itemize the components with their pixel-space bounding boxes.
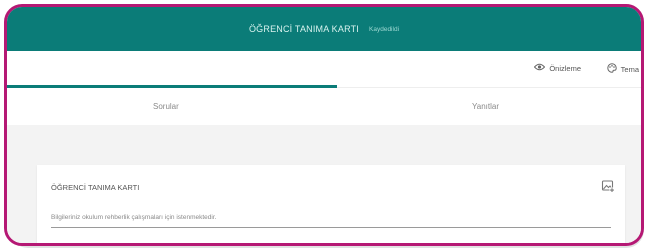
toolbar: Önizleme Tema: [7, 51, 641, 87]
active-tab-indicator: [7, 85, 337, 88]
theme-button[interactable]: Tema: [606, 63, 639, 75]
form-body: ÖĞRENCİ TANIMA KARTI Bilgileriniz okulum…: [7, 125, 641, 243]
tab-yanitlar[interactable]: Yanıtlar: [472, 102, 499, 111]
preview-button[interactable]: Önizleme: [534, 63, 581, 73]
theme-label: Tema: [620, 64, 639, 74]
image-icon[interactable]: [601, 179, 615, 193]
palette-icon: [606, 63, 617, 75]
tab-sorular[interactable]: Sorular: [153, 102, 179, 111]
app-header: ÖĞRENCİ TANIMA KARTI Kaydedildi: [7, 7, 641, 51]
form-title-card[interactable]: ÖĞRENCİ TANIMA KARTI Bilgileriniz okulum…: [37, 165, 625, 243]
save-status: Kaydedildi: [369, 25, 400, 33]
preview-label: Önizleme: [549, 63, 581, 73]
form-header-title: ÖĞRENCİ TANIMA KARTI: [248, 24, 360, 34]
form-title: ÖĞRENCİ TANIMA KARTI: [51, 183, 140, 192]
screenshot-frame: ÖĞRENCİ TANIMA KARTI Kaydedildi Önizleme…: [4, 4, 644, 246]
tab-bar: Sorular Yanıtlar: [7, 85, 641, 126]
eye-icon: [534, 63, 546, 73]
description-underline: [51, 227, 611, 228]
form-description: Bilgileriniz okulum rehberlik çalışmalar…: [51, 214, 217, 221]
